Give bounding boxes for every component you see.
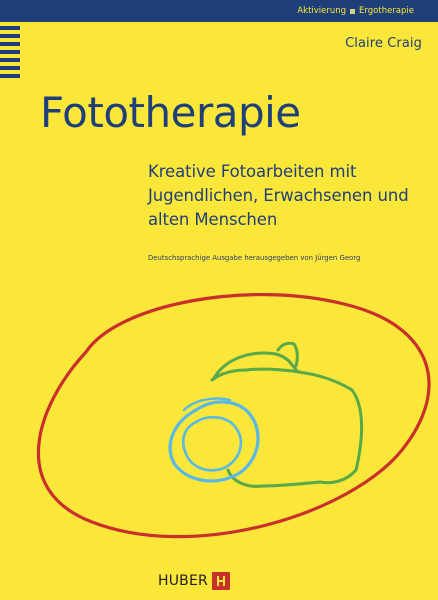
camera-body-outline <box>212 351 364 488</box>
camera-top-outline <box>210 367 302 382</box>
author-name: Claire Craig <box>345 36 422 51</box>
stripe <box>0 50 20 54</box>
camera-lens-inner <box>182 415 243 472</box>
stripe <box>0 66 20 70</box>
publisher-logo-icon <box>211 572 230 590</box>
top-series-bar: Aktivierung Ergotherapie <box>0 0 438 22</box>
stripe <box>0 26 20 30</box>
stripe <box>0 58 20 62</box>
red-ellipse <box>36 293 431 539</box>
left-stripes <box>0 26 20 86</box>
book-subtitle: Kreative Fotoarbeiten mit Jugendlichen, … <box>148 160 418 232</box>
series-label: Aktivierung Ergotherapie <box>297 4 414 18</box>
series-left: Aktivierung <box>297 6 347 16</box>
stripe <box>0 42 20 46</box>
series-separator <box>350 8 356 14</box>
subtitle-line-2: Jugendlichen, Erwachsenen und <box>148 186 409 205</box>
book-title: Fototherapie <box>40 88 301 137</box>
publisher: HUBER <box>158 572 230 590</box>
book-cover: Aktivierung Ergotherapie Claire Craig Fo… <box>0 0 438 600</box>
subtitle-line-3: alten Menschen <box>148 210 278 229</box>
series-right: Ergotherapie <box>359 6 414 16</box>
editor-note: Deutschsprachige Ausgabe herausgegeben v… <box>148 254 361 262</box>
camera-illustration <box>36 293 431 539</box>
stripe <box>0 34 20 38</box>
stripe <box>0 74 20 78</box>
subtitle-line-1: Kreative Fotoarbeiten mit <box>148 162 357 181</box>
publisher-name: HUBER <box>158 573 208 589</box>
